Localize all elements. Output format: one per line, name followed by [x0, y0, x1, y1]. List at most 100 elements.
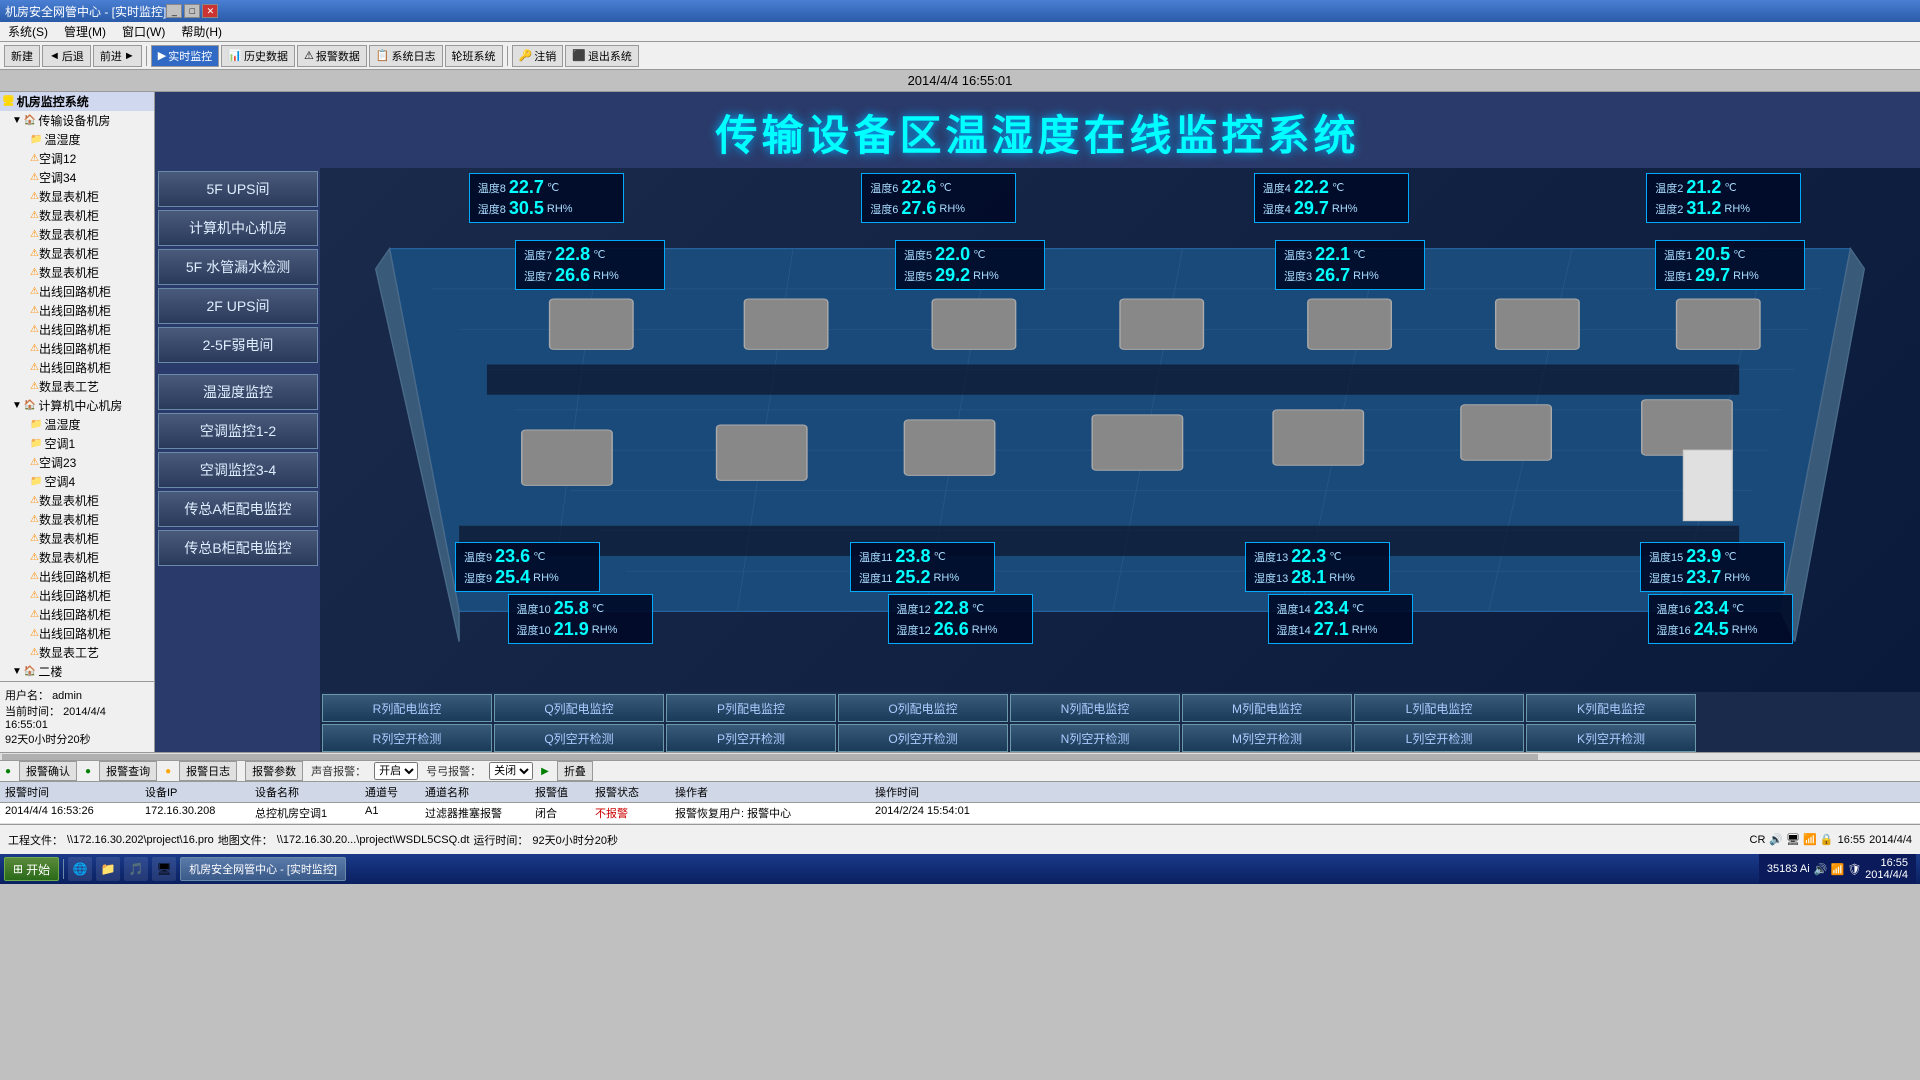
fold-button[interactable]: 折叠	[557, 761, 593, 781]
forward-button[interactable]: 前进 ►	[93, 45, 142, 67]
ups-5f-button[interactable]: 5F UPS间	[158, 171, 318, 207]
sidebar-item-floor2[interactable]: ▼ 🏠 二楼	[10, 662, 154, 681]
sidebar-item-process1[interactable]: ⚠数显表工艺	[28, 377, 154, 396]
n-breaker-btn[interactable]: N列空开检测	[1010, 724, 1180, 752]
sidebar-item-outlet5[interactable]: ⚠出线回路机柜	[28, 358, 154, 377]
power-a-button[interactable]: 传总A柜配电监控	[158, 491, 318, 527]
q-power-btn[interactable]: Q列配电监控	[494, 694, 664, 722]
o-power-btn[interactable]: O列配电监控	[838, 694, 1008, 722]
minimize-button[interactable]: _	[166, 4, 182, 18]
sidebar-item-comp-out4[interactable]: ⚠出线回路机柜	[28, 624, 154, 643]
quicklaunch-app[interactable]: 🖥	[152, 857, 176, 881]
restore-button[interactable]: □	[184, 4, 200, 18]
signal-alarm-select[interactable]: 关闭 开启	[489, 762, 533, 780]
sidebar-item-computer-room[interactable]: ▼ 🏠 计算机中心机房	[10, 396, 154, 415]
new-button[interactable]: 新建	[4, 45, 40, 67]
l-power-btn[interactable]: L列配电监控	[1354, 694, 1524, 722]
k-power-btn[interactable]: K列配电监控	[1526, 694, 1696, 722]
o-breaker-btn[interactable]: O列空开检测	[838, 724, 1008, 752]
alarm-params-button[interactable]: 报警参数	[245, 761, 303, 781]
col-alarm-status: 报警状态	[595, 784, 675, 800]
alarm-confirm-button[interactable]: 报警确认	[19, 761, 77, 781]
start-button[interactable]: ⊞ 开始	[4, 857, 59, 881]
expand-icon-3: ▼	[12, 666, 22, 677]
patrol-button[interactable]: 轮班系统	[445, 45, 503, 67]
logout-button[interactable]: 🔑 注销	[512, 45, 564, 67]
r-power-btn[interactable]: R列配电监控	[322, 694, 492, 722]
active-app-taskbar[interactable]: 机房安全网管中心 - [实时监控]	[180, 857, 346, 881]
tray-icons: 🔊 🖥 📶 🔒	[1769, 833, 1833, 846]
p-power-btn[interactable]: P列配电监控	[666, 694, 836, 722]
close-button[interactable]: ✕	[202, 4, 218, 18]
sidebar-item-ac12[interactable]: ⚠空调12	[28, 149, 154, 168]
l-breaker-btn[interactable]: L列空开检测	[1354, 724, 1524, 752]
sidebar-item-display3[interactable]: ⚠数显表机柜	[28, 225, 154, 244]
r-breaker-btn[interactable]: R列空开检测	[322, 724, 492, 752]
sidebar-item-comp-disp2[interactable]: ⚠数显表机柜	[28, 510, 154, 529]
temp-hum-monitor-button[interactable]: 温湿度监控	[158, 374, 318, 410]
syslog-button[interactable]: 📋 系统日志	[369, 45, 443, 67]
ac-monitor-12-button[interactable]: 空调监控1-2	[158, 413, 318, 449]
alarm-query-button[interactable]: 报警查询	[99, 761, 157, 781]
computer-room-button[interactable]: 计算机中心机房	[158, 210, 318, 246]
sidebar-item-display1[interactable]: ⚠数显表机柜	[28, 187, 154, 206]
username-label: 用户名：	[5, 690, 49, 702]
p-breaker-btn[interactable]: P列空开检测	[666, 724, 836, 752]
sidebar-item-comp-disp3[interactable]: ⚠数显表机柜	[28, 529, 154, 548]
sidebar-item-ac4[interactable]: 📁空调4	[28, 472, 154, 491]
alarm-log-button[interactable]: 报警日志	[179, 761, 237, 781]
alarm-status-bar: ● 报警确认 ● 报警查询 ● 报警日志 报警参数 声音报警： 开启 关闭 号弓…	[0, 760, 1920, 782]
alarm-button[interactable]: ⚠ 报警数据	[297, 45, 367, 67]
sidebar-item-comp-out3[interactable]: ⚠出线回路机柜	[28, 605, 154, 624]
map-path: \\172.16.30.20...\project\WSDL5CSQ.dt	[277, 834, 470, 846]
q-breaker-btn[interactable]: Q列空开检测	[494, 724, 664, 752]
quicklaunch-media[interactable]: 🎵	[124, 857, 148, 881]
footer-date: 2014/4/4	[1869, 834, 1912, 846]
back-button[interactable]: ◄ 后退	[42, 45, 91, 67]
sound-alarm-select[interactable]: 开启 关闭	[374, 762, 418, 780]
tray-time: 16:55	[1880, 857, 1908, 869]
sidebar-item-temp-hum-2[interactable]: 📁温湿度	[28, 415, 154, 434]
sidebar-item-display2[interactable]: ⚠数显表机柜	[28, 206, 154, 225]
quicklaunch-ie[interactable]: 🌐	[68, 857, 92, 881]
sidebar-item-comp-disp4[interactable]: ⚠数显表机柜	[28, 548, 154, 567]
sidebar-item-comp-disp1[interactable]: ⚠数显表机柜	[28, 491, 154, 510]
sidebar-item-ac1[interactable]: 📁空调1	[28, 434, 154, 453]
runtime-label: 运行时间：	[473, 832, 528, 848]
horizontal-scrollbar[interactable]	[0, 752, 1920, 760]
sidebar-item-comp-proc[interactable]: ⚠数显表工艺	[28, 643, 154, 662]
sidebar-item-outlet3[interactable]: ⚠出线回路机柜	[28, 320, 154, 339]
sidebar-item-temp-hum-1[interactable]: 📁温湿度	[28, 130, 154, 149]
exit-button[interactable]: ⬛ 退出系统	[565, 45, 639, 67]
ac-monitor-34-button[interactable]: 空调监控3-4	[158, 452, 318, 488]
ups-2f-button[interactable]: 2F UPS间	[158, 288, 318, 324]
menu-help[interactable]: 帮助(H)	[173, 22, 230, 41]
sidebar-item-display5[interactable]: ⚠数显表机柜	[28, 263, 154, 282]
sidebar-item-comp-out1[interactable]: ⚠出线回路机柜	[28, 567, 154, 586]
n-power-btn[interactable]: N列配电监控	[1010, 694, 1180, 722]
sidebar: 🖥 机房监控系统 ▼ 🏠 传输设备机房 📁温湿度 ⚠空调12 ⚠空调34 ⚠数显…	[0, 92, 155, 752]
sidebar-item-transport[interactable]: ▼ 🏠 传输设备机房	[10, 111, 154, 130]
quicklaunch-folder[interactable]: 📁	[96, 857, 120, 881]
map-label: 地图文件：	[218, 832, 273, 848]
sidebar-item-ac34[interactable]: ⚠空调34	[28, 168, 154, 187]
sidebar-item-comp-out2[interactable]: ⚠出线回路机柜	[28, 586, 154, 605]
alarm-confirm-icon: ●	[5, 766, 11, 777]
menu-window[interactable]: 窗口(W)	[114, 22, 173, 41]
realtime-button[interactable]: ▶ 实时监控	[151, 45, 219, 67]
sidebar-root[interactable]: 🖥 机房监控系统	[0, 92, 154, 111]
sidebar-item-display4[interactable]: ⚠数显表机柜	[28, 244, 154, 263]
sidebar-item-outlet1[interactable]: ⚠出线回路机柜	[28, 282, 154, 301]
weak-electric-button[interactable]: 2-5F弱电间	[158, 327, 318, 363]
water-5f-button[interactable]: 5F 水管漏水检测	[158, 249, 318, 285]
history-button[interactable]: 📊 历史数据	[221, 45, 295, 67]
sidebar-item-outlet2[interactable]: ⚠出线回路机柜	[28, 301, 154, 320]
menu-system[interactable]: 系统(S)	[0, 22, 56, 41]
menu-manage[interactable]: 管理(M)	[56, 22, 114, 41]
power-b-button[interactable]: 传总B柜配电监控	[158, 530, 318, 566]
m-breaker-btn[interactable]: M列空开检测	[1182, 724, 1352, 752]
sidebar-item-ac23[interactable]: ⚠空调23	[28, 453, 154, 472]
m-power-btn[interactable]: M列配电监控	[1182, 694, 1352, 722]
k-breaker-btn[interactable]: K列空开检测	[1526, 724, 1696, 752]
sidebar-item-outlet4[interactable]: ⚠出线回路机柜	[28, 339, 154, 358]
